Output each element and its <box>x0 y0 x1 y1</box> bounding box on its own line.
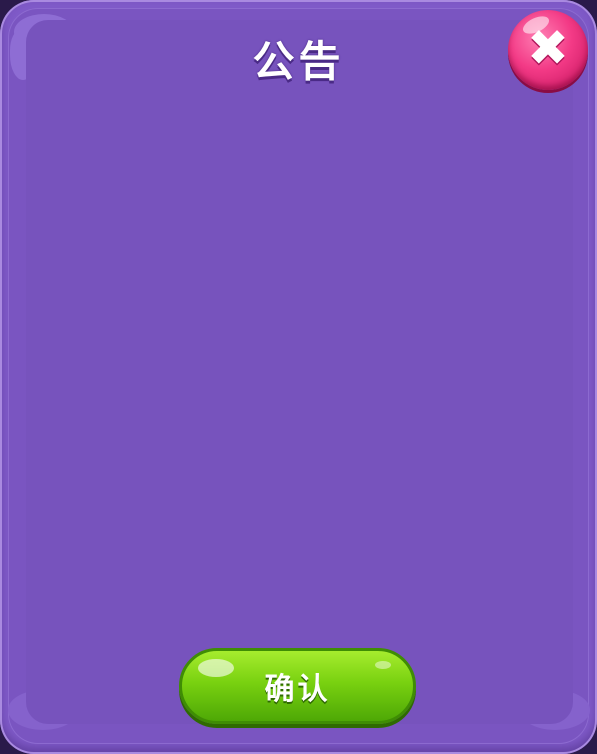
confirm-button-label: 确认 <box>264 672 331 707</box>
confirm-button[interactable]: 确认 <box>179 648 416 724</box>
close-icon: ✖ <box>527 19 569 77</box>
close-button[interactable]: ✖ <box>508 10 588 90</box>
announcement-content-area <box>26 20 573 724</box>
announcement-dialog: 公告 确认 <box>0 0 597 754</box>
